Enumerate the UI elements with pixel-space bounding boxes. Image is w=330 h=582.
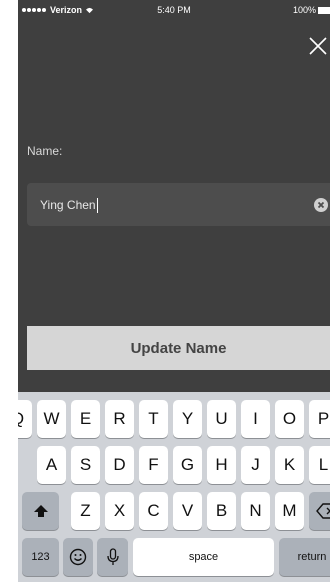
key-n[interactable]: N xyxy=(241,492,270,530)
key-g[interactable]: G xyxy=(173,446,202,484)
close-icon xyxy=(309,37,327,55)
update-name-button[interactable]: Update Name xyxy=(27,326,330,370)
key-v[interactable]: V xyxy=(173,492,202,530)
key-s[interactable]: S xyxy=(71,446,100,484)
key-x[interactable]: X xyxy=(105,492,134,530)
key-l[interactable]: L xyxy=(309,446,330,484)
numbers-key[interactable]: 123 xyxy=(22,538,59,576)
dictation-key[interactable] xyxy=(97,538,128,576)
key-t[interactable]: T xyxy=(139,400,168,438)
name-label: Name: xyxy=(27,144,63,158)
key-q[interactable]: Q xyxy=(18,400,32,438)
emoji-icon xyxy=(69,548,87,566)
key-i[interactable]: I xyxy=(241,400,270,438)
key-y[interactable]: Y xyxy=(173,400,202,438)
key-z[interactable]: Z xyxy=(71,492,100,530)
status-bar: Verizon 5:40 PM 100% xyxy=(18,0,330,20)
key-a[interactable]: A xyxy=(37,446,66,484)
status-time: 5:40 PM xyxy=(157,5,191,15)
key-b[interactable]: B xyxy=(207,492,236,530)
key-k[interactable]: K xyxy=(275,446,304,484)
key-d[interactable]: D xyxy=(105,446,134,484)
space-key[interactable]: space xyxy=(133,538,274,576)
key-h[interactable]: H xyxy=(207,446,236,484)
key-p[interactable]: P xyxy=(309,400,330,438)
key-w[interactable]: W xyxy=(37,400,66,438)
name-input[interactable]: Ying Chen xyxy=(27,183,330,226)
update-name-screen: Verizon 5:40 PM 100% Name: Ying Chen Upd… xyxy=(18,0,330,582)
shift-arrow-icon xyxy=(33,505,48,517)
emoji-key[interactable] xyxy=(63,538,93,576)
name-input-value: Ying Chen xyxy=(40,198,98,214)
clear-icon xyxy=(317,201,325,209)
return-key[interactable]: return xyxy=(279,538,330,576)
clear-input-button[interactable] xyxy=(314,198,328,212)
delete-key[interactable] xyxy=(309,492,330,530)
key-c[interactable]: C xyxy=(139,492,168,530)
shift-key[interactable] xyxy=(22,492,59,530)
key-f[interactable]: F xyxy=(139,446,168,484)
battery-icon xyxy=(318,6,330,14)
key-u[interactable]: U xyxy=(207,400,236,438)
text-cursor xyxy=(96,198,98,214)
microphone-icon xyxy=(106,548,119,565)
key-j[interactable]: J xyxy=(241,446,270,484)
keyboard: Q W E R T Y U I O P A S D F G H J K L Z … xyxy=(18,392,330,582)
battery-percent: 100% xyxy=(292,5,316,15)
key-o[interactable]: O xyxy=(275,400,304,438)
delete-backspace-icon xyxy=(316,503,330,519)
key-m[interactable]: M xyxy=(275,492,304,530)
close-button[interactable] xyxy=(308,36,328,56)
key-e[interactable]: E xyxy=(71,400,100,438)
name-value-text: Ying Chen xyxy=(40,198,96,212)
status-right: 100% xyxy=(293,5,330,15)
key-r[interactable]: R xyxy=(105,400,134,438)
